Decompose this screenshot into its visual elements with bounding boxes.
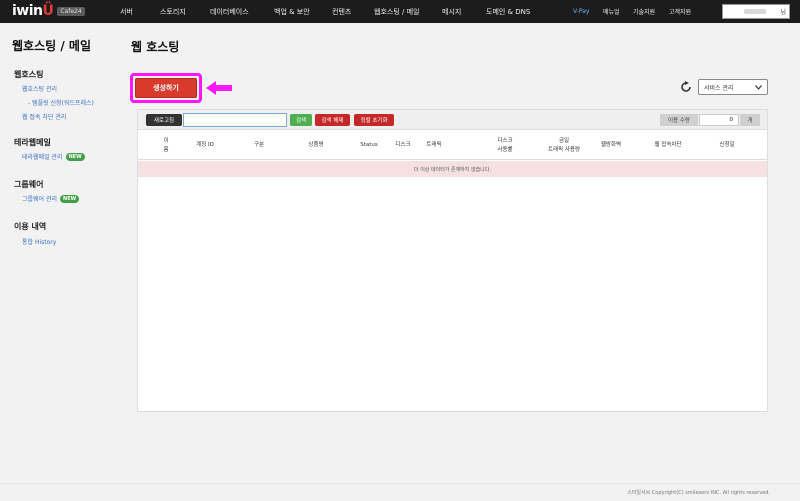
sidebar-item-history[interactable]: 통합 History bbox=[22, 237, 56, 246]
page-title: 웹 호스팅 bbox=[131, 40, 180, 54]
column-header-apply-date[interactable]: 신청일 bbox=[715, 131, 739, 160]
column-header-text: 디스크 bbox=[497, 138, 513, 145]
column-header-account-id[interactable]: 계정 ID bbox=[188, 131, 222, 160]
search-button[interactable]: 검색 bbox=[290, 114, 312, 126]
manual-link[interactable]: 메뉴얼 bbox=[603, 0, 620, 23]
logo-mark-icon: Ü bbox=[42, 3, 54, 19]
logo[interactable]: iwinÜ Cafe24 bbox=[12, 2, 85, 20]
nav-item-domain-dns[interactable]: 도메인 & DNS bbox=[486, 7, 530, 17]
table-header: 이름 계정 ID 구분 상품명 Status 디스크 트래픽 디스크 사용률 금일… bbox=[138, 131, 767, 160]
usage-qty-value: 0 bbox=[699, 114, 739, 126]
column-header-waf[interactable]: 웹방화벽 bbox=[598, 131, 624, 160]
column-header-product[interactable]: 상품명 bbox=[304, 131, 328, 160]
column-header-text: 디스크 bbox=[395, 142, 411, 149]
user-menu[interactable]: 님 bbox=[722, 4, 790, 19]
arrow-left-icon bbox=[206, 81, 232, 95]
column-header-text: 웹방화벽 bbox=[600, 142, 622, 149]
column-header-text: 름 bbox=[163, 146, 169, 153]
nav-item-database[interactable]: 데이터베이스 bbox=[210, 7, 249, 17]
usage-qty-unit: 개 bbox=[740, 114, 760, 126]
sidebar-item-template-wordpress[interactable]: - 템플릿 신청(워드프레스) bbox=[28, 98, 94, 107]
column-header-name[interactable]: 이름 bbox=[158, 131, 174, 160]
nav-item-message[interactable]: 메시지 bbox=[442, 7, 461, 17]
nav-item-storage[interactable]: 스토리지 bbox=[160, 7, 186, 17]
sidebar-item-label: 웹호스팅 관리 bbox=[22, 86, 58, 93]
sidebar-heading-webhosting: 웹호스팅 bbox=[14, 70, 44, 79]
empty-message-text: 더 이상 데이터가 존재하지 않습니다. bbox=[414, 166, 491, 173]
column-header-text: 금일 bbox=[558, 138, 570, 145]
hosting-list-panel: 새로고침 검색 검색 해제 정렬 초기화 이용 수량 0 개 이름 계정 ID … bbox=[137, 109, 768, 412]
logo-word: iwin bbox=[12, 3, 43, 19]
sidebar-item-webhosting-manage[interactable]: 웹호스팅 관리 bbox=[22, 84, 57, 93]
sort-reset-button[interactable]: 정렬 초기화 bbox=[354, 114, 394, 126]
column-header-text: 이 bbox=[163, 138, 169, 145]
sidebar-item-label: 그룹웨어 관리 bbox=[22, 196, 58, 203]
footer: 스마일서브 Copyright(C) smileserv INC. All ri… bbox=[0, 483, 800, 501]
user-suffix: 님 bbox=[780, 9, 786, 16]
column-header-text: 트래픽 사용량 bbox=[547, 146, 581, 153]
column-header-text: 계정 ID bbox=[196, 142, 214, 149]
column-header-traffic[interactable]: 트래픽 bbox=[422, 131, 446, 160]
create-button[interactable]: 생성하기 bbox=[135, 78, 197, 98]
new-badge: NEW bbox=[60, 194, 80, 203]
column-header-disk-usage[interactable]: 디스크 사용률 bbox=[493, 131, 517, 160]
column-header-today-traffic[interactable]: 금일 트래픽 사용량 bbox=[541, 131, 587, 160]
column-header-text: 신청일 bbox=[719, 142, 735, 149]
column-header-web-block[interactable]: 웹 접속차단 bbox=[650, 131, 686, 160]
sidebar: 웹호스팅 / 메일 웹호스팅 웹호스팅 관리 - 템플릿 신청(워드프레스) 웹… bbox=[0, 23, 110, 483]
copyright-text: 스마일서브 Copyright(C) smileserv INC. All ri… bbox=[627, 490, 770, 496]
nav-item-webhosting-mail[interactable]: 웹호스팅 / 메일 bbox=[374, 7, 419, 17]
customer-support-link[interactable]: 고객지원 bbox=[669, 0, 691, 23]
list-toolbar: 새로고침 검색 검색 해제 정렬 초기화 이용 수량 0 개 bbox=[138, 110, 767, 130]
usage-qty-label: 이용 수량 bbox=[660, 114, 698, 126]
sidebar-item-label: - 템플릿 신청(워드프레스) bbox=[28, 100, 94, 107]
chevron-down-icon bbox=[755, 84, 762, 90]
refresh-button[interactable]: 새로고침 bbox=[146, 114, 182, 126]
sidebar-heading-terawebmail: 테라웹메일 bbox=[14, 138, 51, 147]
service-manage-select[interactable]: 서비스 관리 bbox=[698, 79, 768, 95]
nav-item-contents[interactable]: 컨텐츠 bbox=[332, 7, 351, 17]
top-navbar: iwinÜ Cafe24 서버 스토리지 데이터베이스 백업 & 보안 컨텐츠 … bbox=[0, 0, 800, 23]
sidebar-item-label: 웹 접속 차단 관리 bbox=[22, 114, 67, 121]
search-input[interactable] bbox=[183, 113, 287, 127]
sidebar-item-web-block[interactable]: 웹 접속 차단 관리 bbox=[22, 112, 66, 121]
column-header-text: 트래픽 bbox=[426, 142, 442, 149]
sidebar-title: 웹호스팅 / 메일 bbox=[12, 39, 91, 53]
refresh-icon[interactable] bbox=[680, 81, 692, 93]
logo-text: iwinÜ bbox=[12, 3, 54, 19]
column-header-text: 웹 접속차단 bbox=[654, 142, 682, 149]
column-header-type[interactable]: 구분 bbox=[249, 131, 269, 160]
sidebar-item-label: 테라웹메일 관리 bbox=[22, 154, 63, 161]
search-clear-button[interactable]: 검색 해제 bbox=[315, 114, 350, 126]
new-badge: NEW bbox=[65, 152, 85, 161]
sidebar-heading-usage: 이용 내역 bbox=[14, 222, 47, 231]
column-header-text: 상품명 bbox=[308, 142, 324, 149]
service-select-value: 서비스 관리 bbox=[704, 84, 734, 92]
column-header-disk[interactable]: 디스크 bbox=[393, 131, 413, 160]
column-header-text: 구분 bbox=[253, 142, 265, 149]
sidebar-item-terawebmail-manage[interactable]: 테라웹메일 관리 NEW bbox=[22, 152, 85, 161]
empty-table-message: 더 이상 데이터가 존재하지 않습니다. bbox=[138, 161, 767, 177]
nav-item-server[interactable]: 서버 bbox=[120, 7, 133, 17]
column-header-text: Status bbox=[360, 142, 378, 149]
column-header-status[interactable]: Status bbox=[357, 131, 381, 160]
vpay-link[interactable]: V-Pay bbox=[573, 0, 590, 23]
nav-item-backup-security[interactable]: 백업 & 보안 bbox=[274, 7, 310, 17]
sidebar-item-groupware-manage[interactable]: 그룹웨어 관리 NEW bbox=[22, 194, 80, 203]
user-name-redacted bbox=[744, 9, 766, 14]
column-header-text: 사용률 bbox=[497, 146, 513, 153]
logo-badge: Cafe24 bbox=[57, 6, 85, 16]
sidebar-heading-groupware: 그룹웨어 bbox=[14, 180, 44, 189]
sidebar-item-label: 통합 History bbox=[22, 239, 57, 246]
tech-support-link[interactable]: 기술지원 bbox=[633, 0, 655, 23]
